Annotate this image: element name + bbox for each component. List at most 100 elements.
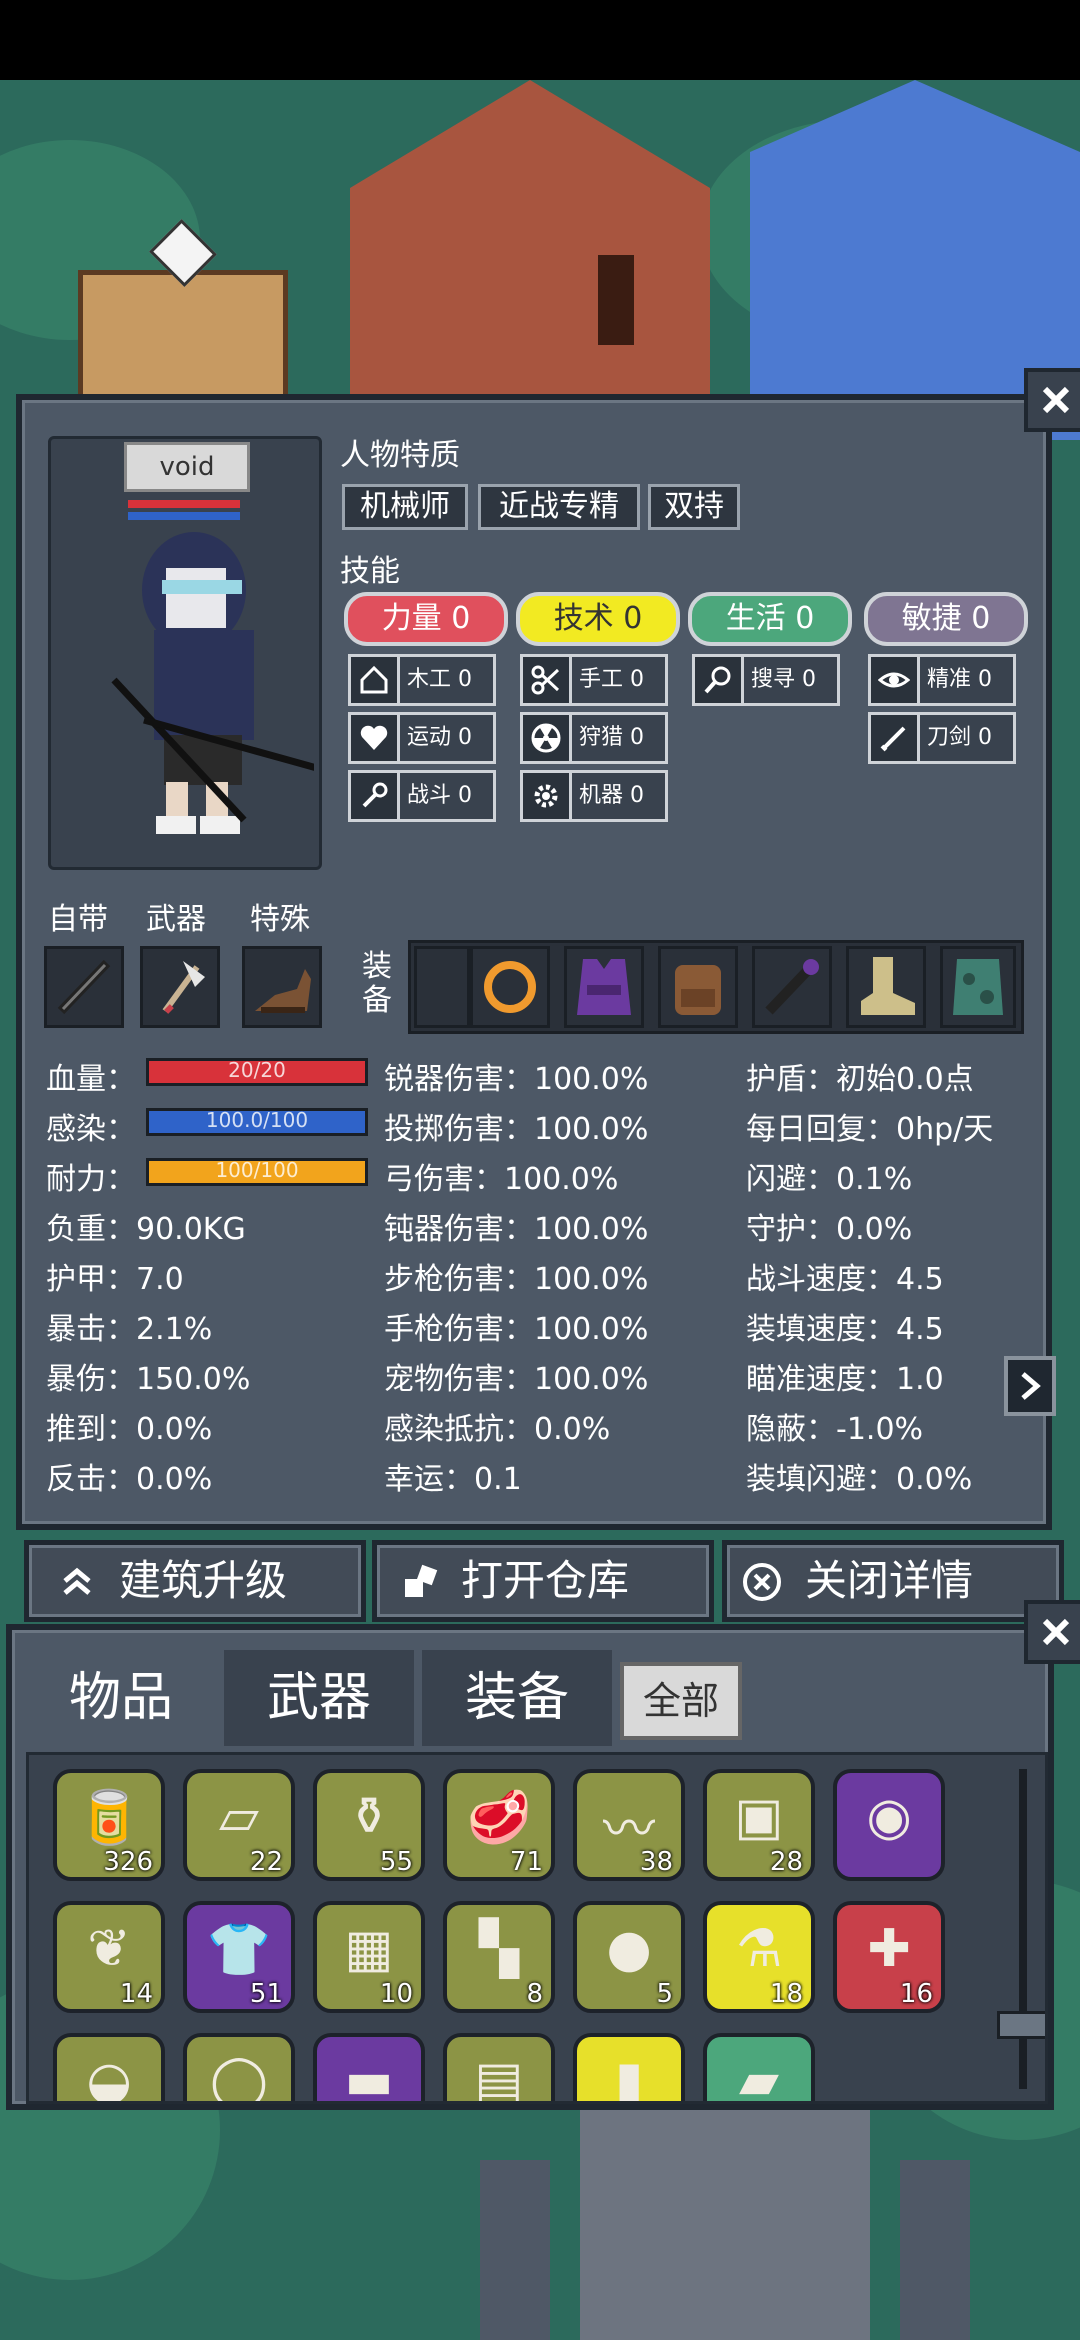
tab-weapons[interactable]: 武器 [224,1650,414,1746]
inventory-scrollbar-track[interactable] [1019,1769,1027,2089]
tab-items[interactable]: 物品 [26,1650,216,1746]
stat-infection-resist: 感染抵抗：0.0% [384,1412,611,1447]
axe-icon [162,961,205,1014]
close-details-button[interactable]: 关闭详情 [722,1540,1064,1622]
inventory-item[interactable]: 🥫 326 [53,1769,165,1881]
skill-label: 手工 0 [579,667,644,692]
skill-combat[interactable]: 战斗 0 [348,770,496,822]
medkit-icon: ✚ [867,1919,911,1979]
skill-group-life[interactable]: 生活 0 [688,592,852,646]
inventory-item[interactable]: ▦ 10 [313,1901,425,2013]
item-count: 55 [379,1847,413,1877]
stat-bow-damage: 弓伤害：100.0% [384,1162,619,1197]
inventory-item[interactable]: ▣ 28 [703,1769,815,1881]
inventory-item[interactable]: ▬ [313,2033,425,2104]
equip-slot-backpack[interactable] [658,946,738,1028]
wrench-icon [351,773,400,819]
inventory-item[interactable]: 👕 51 [183,1901,295,2013]
next-page-button[interactable] [1004,1356,1056,1416]
backpack-icon [675,965,721,1015]
equip-slot-flashlight[interactable] [752,946,832,1028]
stat-pet-damage: 宠物伤害：100.0% [384,1362,649,1397]
skill-precision[interactable]: 精准 0 [868,654,1016,706]
stat-guard: 守护：0.0% [746,1212,913,1247]
stat-reload-speed: 装填速度：4.5 [746,1312,944,1347]
inventory-item[interactable]: ⚗ 18 [703,1901,815,2013]
special-slot-label: 特殊 [250,902,310,937]
stone-pillar-left [480,2160,550,2340]
skills-title: 技能 [340,554,400,589]
stat-counter: 反击：0.0% [46,1462,213,1497]
close-inventory-button[interactable] [1024,1600,1080,1664]
filter-all-button[interactable]: 全部 [620,1662,742,1740]
inventory-item[interactable]: ◉ [833,1769,945,1881]
skill-carpentry[interactable]: 木工 0 [348,654,496,706]
stat-reload-dodge: 装填闪避：0.0% [746,1462,973,1497]
skill-blades[interactable]: 刀剑 0 [868,712,1016,764]
inventory-item[interactable]: ⚱ 55 [313,1769,425,1881]
close-icon [1042,386,1070,414]
skill-handcraft[interactable]: 手工 0 [520,654,668,706]
inventory-item[interactable]: 〰 38 [573,1769,685,1881]
item-count: 14 [119,1979,153,2009]
item-count: 8 [526,1979,543,2009]
skill-label: 战斗 0 [407,783,472,808]
tube-icon: ▬ [344,2051,394,2104]
tent-window [598,255,634,345]
inventory-item[interactable]: ▰ [703,2033,815,2101]
trait-melee-specialist[interactable]: 近战专精 [478,484,640,530]
skill-label: 搜寻 0 [751,667,816,692]
trait-dual-wield[interactable]: 双持 [648,484,740,530]
equip-slot-empty[interactable] [414,946,470,1028]
inventory-item[interactable]: ◒ [53,2033,165,2101]
radiation-icon [523,715,572,761]
inventory-item[interactable]: ▤ [443,2033,555,2101]
character-health-bar [128,500,240,508]
stat-blunt-damage: 钝器伤害：100.0% [384,1212,649,1247]
tab-equipment[interactable]: 装备 [422,1650,612,1746]
herb-icon: ❦ [87,1919,131,1979]
skill-hunting[interactable]: 狩猎 0 [520,712,668,764]
equip-slot-boots[interactable] [846,946,926,1028]
inventory-item[interactable]: ◯ [183,2033,295,2101]
weapon-slot[interactable] [140,946,220,1028]
apple-icon: ● [606,1919,652,1979]
inventory-item[interactable]: ❦ 14 [53,1901,165,2013]
innate-slot[interactable] [44,946,124,1028]
close-panel-button[interactable] [1024,368,1080,432]
open-storage-button[interactable]: 打开仓库 [372,1540,714,1622]
skill-athletics[interactable]: 运动 0 [348,712,496,764]
inventory-item[interactable]: ✚ 16 [833,1901,945,2013]
skill-group-strength[interactable]: 力量 0 [344,592,508,646]
equip-slot-camo-cloak[interactable] [940,946,1016,1028]
equip-slot-vest[interactable] [564,946,644,1028]
inventory-item[interactable]: ▚ 8 [443,1901,555,2013]
trait-mechanic[interactable]: 机械师 [342,484,468,530]
equip-slot-ring[interactable] [470,946,550,1028]
stat-infection-label: 感染： [46,1112,136,1147]
heart-icon [351,715,400,761]
skill-group-technique[interactable]: 技术 0 [516,592,680,646]
inventory-scrollbar-thumb[interactable] [997,2011,1045,2039]
canned-meat-icon: ▣ [734,1787,784,1847]
stone-stairs [580,2110,870,2340]
house-icon [351,657,400,703]
item-count: 16 [899,1979,933,2009]
inventory-item[interactable]: ▮ [573,2033,685,2101]
vest-icon [577,959,631,1015]
stat-shield: 护盾：初始0.0点 [746,1062,974,1097]
inventory-item[interactable]: ▱ 22 [183,1769,295,1881]
stat-dodge: 闪避：0.1% [746,1162,913,1197]
brown-tent[interactable] [350,80,710,440]
special-slot[interactable] [242,946,322,1028]
close-icon [1042,1618,1070,1646]
item-count: 326 [103,1847,153,1877]
inventory-item[interactable]: ● 5 [573,1901,685,2013]
inventory-item[interactable]: 🥩 71 [443,1769,555,1881]
item-count: 38 [639,1847,673,1877]
building-upgrade-button[interactable]: 建筑升级 [24,1540,366,1622]
skill-search[interactable]: 搜寻 0 [692,654,840,706]
skill-machinery[interactable]: 机器 0 [520,770,668,822]
item-count: 10 [379,1979,413,2009]
skill-group-agility[interactable]: 敏捷 0 [864,592,1028,646]
